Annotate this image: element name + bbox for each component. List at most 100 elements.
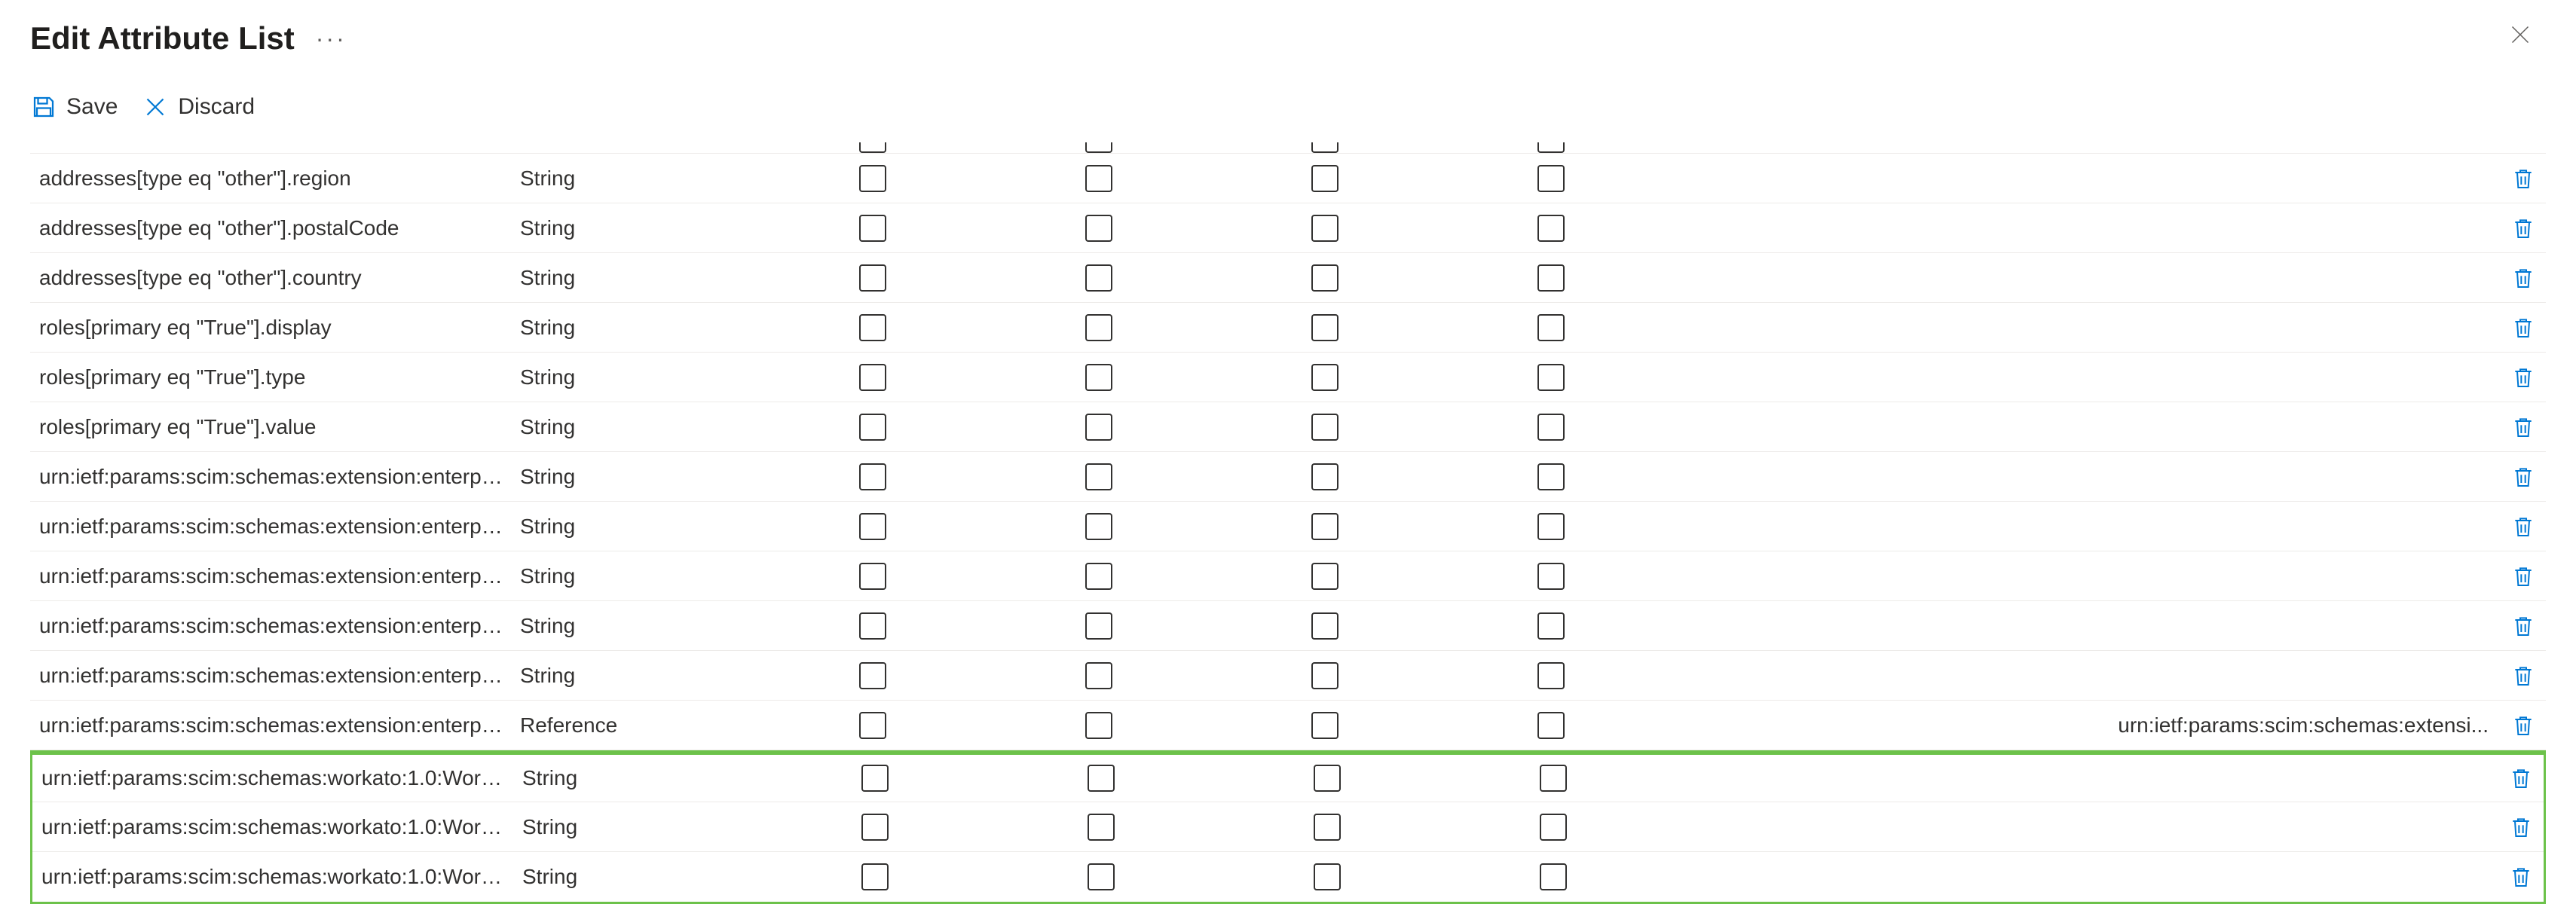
checkbox[interactable] xyxy=(859,712,886,739)
checkbox[interactable] xyxy=(1537,563,1565,590)
checkbox[interactable] xyxy=(1085,364,1112,391)
checkbox[interactable] xyxy=(1085,662,1112,689)
delete-button[interactable] xyxy=(2511,216,2535,240)
checkbox[interactable] xyxy=(1314,863,1341,890)
discard-button[interactable]: Discard xyxy=(142,93,255,121)
checkbox[interactable] xyxy=(1085,314,1112,341)
checkbox[interactable] xyxy=(1537,414,1565,441)
checkbox[interactable] xyxy=(861,863,889,890)
checkbox[interactable] xyxy=(1311,142,1338,153)
attribute-name: roles[primary eq "True"].display xyxy=(30,316,520,340)
checkbox[interactable] xyxy=(1311,662,1338,689)
checkbox[interactable] xyxy=(1085,612,1112,640)
checkbox-cell xyxy=(1311,314,1537,341)
checkbox[interactable] xyxy=(1540,814,1567,841)
attribute-name: urn:ietf:params:scim:schemas:workato:1.0… xyxy=(32,815,522,839)
checkbox-cell xyxy=(1085,165,1311,192)
delete-button[interactable] xyxy=(2511,266,2535,290)
checkbox[interactable] xyxy=(1085,215,1112,242)
checkbox[interactable] xyxy=(1311,364,1338,391)
checkbox[interactable] xyxy=(1311,563,1338,590)
delete-button[interactable] xyxy=(2511,415,2535,439)
checkbox[interactable] xyxy=(1088,765,1115,792)
delete-cell xyxy=(2501,365,2546,389)
checkbox[interactable] xyxy=(1311,314,1338,341)
delete-cell xyxy=(2501,564,2546,588)
checkbox[interactable] xyxy=(859,463,886,490)
delete-button[interactable] xyxy=(2511,515,2535,539)
delete-button[interactable] xyxy=(2511,564,2535,588)
checkbox[interactable] xyxy=(1088,814,1115,841)
close-button[interactable] xyxy=(2495,15,2546,62)
delete-button[interactable] xyxy=(2511,713,2535,738)
checkbox[interactable] xyxy=(1537,215,1565,242)
checkbox[interactable] xyxy=(1085,712,1112,739)
table-row: roles[primary eq "True"].typeString xyxy=(30,353,2546,402)
checkbox[interactable] xyxy=(1085,414,1112,441)
checkbox[interactable] xyxy=(1537,165,1565,192)
checkbox[interactable] xyxy=(1314,814,1341,841)
save-button[interactable]: Save xyxy=(30,93,118,121)
checkbox[interactable] xyxy=(859,364,886,391)
checkbox[interactable] xyxy=(1085,463,1112,490)
delete-cell xyxy=(2501,266,2546,290)
checkbox[interactable] xyxy=(1537,662,1565,689)
checkbox[interactable] xyxy=(1311,712,1338,739)
delete-button[interactable] xyxy=(2511,465,2535,489)
checkbox[interactable] xyxy=(859,264,886,292)
checkbox[interactable] xyxy=(859,142,886,153)
checkbox[interactable] xyxy=(1085,264,1112,292)
checkbox[interactable] xyxy=(859,215,886,242)
attribute-type: String xyxy=(520,266,859,290)
checkbox[interactable] xyxy=(859,513,886,540)
checkbox[interactable] xyxy=(1311,463,1338,490)
checkbox[interactable] xyxy=(1311,612,1338,640)
checkbox[interactable] xyxy=(859,314,886,341)
checkbox[interactable] xyxy=(859,612,886,640)
checkbox[interactable] xyxy=(1311,414,1338,441)
checkbox[interactable] xyxy=(1085,513,1112,540)
checkbox-cell xyxy=(1085,314,1311,341)
checkbox[interactable] xyxy=(1537,612,1565,640)
checkbox[interactable] xyxy=(1085,563,1112,590)
checkbox[interactable] xyxy=(1311,513,1338,540)
checkbox[interactable] xyxy=(1314,765,1341,792)
more-menu-icon[interactable]: ··· xyxy=(310,25,353,53)
checkbox[interactable] xyxy=(1085,165,1112,192)
checkbox[interactable] xyxy=(1088,863,1115,890)
checkbox[interactable] xyxy=(1537,264,1565,292)
checkbox-cell xyxy=(1311,264,1537,292)
checkbox[interactable] xyxy=(1311,215,1338,242)
delete-button[interactable] xyxy=(2511,664,2535,688)
checkbox[interactable] xyxy=(859,662,886,689)
checkbox-cell xyxy=(1311,612,1537,640)
checkbox[interactable] xyxy=(1537,712,1565,739)
checkbox[interactable] xyxy=(1537,463,1565,490)
checkbox[interactable] xyxy=(1085,142,1112,153)
delete-button[interactable] xyxy=(2509,766,2533,790)
delete-button[interactable] xyxy=(2511,316,2535,340)
checkbox[interactable] xyxy=(859,165,886,192)
delete-button[interactable] xyxy=(2509,815,2533,839)
delete-button[interactable] xyxy=(2509,865,2533,889)
checkbox-cell xyxy=(1537,215,1764,242)
checkbox[interactable] xyxy=(861,814,889,841)
checkbox[interactable] xyxy=(1540,863,1567,890)
checkbox-cell xyxy=(859,463,1085,490)
checkbox[interactable] xyxy=(859,414,886,441)
checkbox[interactable] xyxy=(1311,165,1338,192)
delete-button[interactable] xyxy=(2511,614,2535,638)
checkbox[interactable] xyxy=(861,765,889,792)
trash-icon xyxy=(2511,166,2535,191)
delete-button[interactable] xyxy=(2511,166,2535,191)
checkbox[interactable] xyxy=(859,563,886,590)
checkbox[interactable] xyxy=(1537,364,1565,391)
checkbox[interactable] xyxy=(1537,142,1565,153)
checkbox[interactable] xyxy=(1311,264,1338,292)
checkbox-cell xyxy=(1314,814,1540,841)
checkbox[interactable] xyxy=(1537,314,1565,341)
trash-icon xyxy=(2511,564,2535,588)
checkbox[interactable] xyxy=(1537,513,1565,540)
checkbox[interactable] xyxy=(1540,765,1567,792)
delete-button[interactable] xyxy=(2511,365,2535,389)
